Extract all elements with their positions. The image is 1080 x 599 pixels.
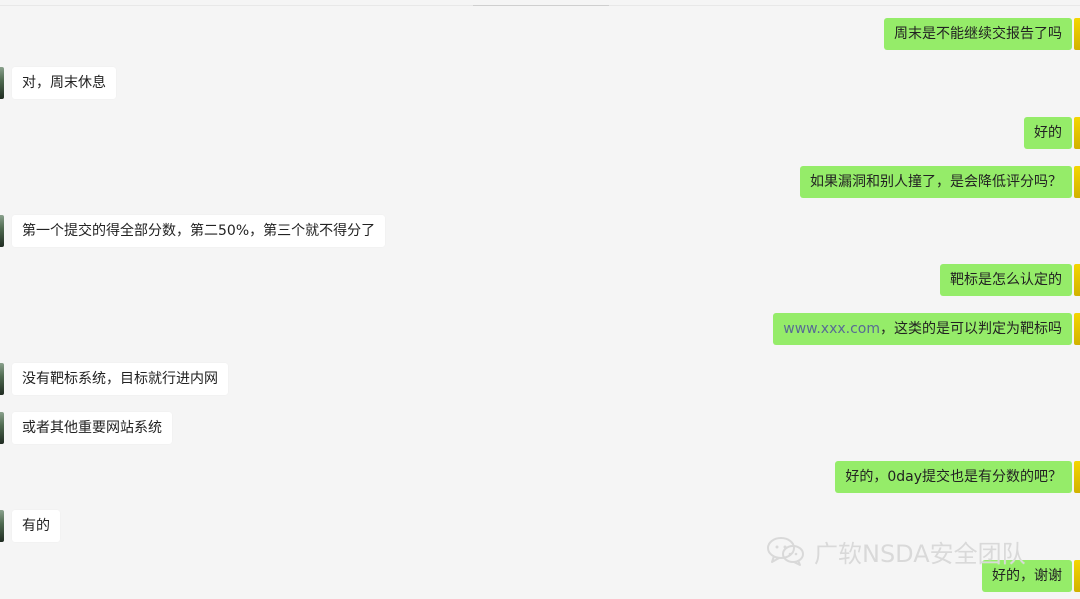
message-row: www.xxx.com，这类的是可以判定为靶标吗 — [0, 313, 1080, 345]
watermark: 广软NSDA安全团队 — [764, 532, 1026, 570]
recipient-avatar[interactable] — [0, 510, 4, 542]
message-bubble[interactable]: 如果漏洞和别人撞了，是会降低评分吗？ — [800, 166, 1072, 198]
recipient-avatar[interactable] — [0, 363, 4, 395]
message-row: 没有靶标系统，目标就行进内网 — [0, 363, 1080, 395]
sender-avatar[interactable] — [1074, 461, 1080, 493]
message-bubble[interactable]: 好的 — [1024, 117, 1072, 149]
message-row: 好的，0day提交也是有分数的吧？ — [0, 461, 1080, 493]
message-bubble[interactable]: 靶标是怎么认定的 — [940, 264, 1072, 296]
message-row: 靶标是怎么认定的 — [0, 264, 1080, 296]
message-text: ，这类的是可以判定为靶标吗 — [880, 321, 1062, 337]
message-bubble[interactable]: 好的，0day提交也是有分数的吧？ — [835, 461, 1072, 493]
sender-avatar[interactable] — [1074, 264, 1080, 296]
scroll-indicator[interactable] — [473, 5, 609, 6]
message-row: 第一个提交的得全部分数，第二50%，第三个就不得分了 — [0, 215, 1080, 247]
message-bubble[interactable]: 周末是不能继续交报告了吗 — [884, 18, 1072, 50]
message-bubble[interactable]: 有的 — [12, 510, 60, 542]
message-row: 周末是不能继续交报告了吗 — [0, 18, 1080, 50]
chat-window: 周末是不能继续交报告了吗 对，周末休息 好的 如果漏洞和别人撞了，是会降低评分吗… — [0, 0, 1080, 599]
watermark-text: 广软NSDA安全团队 — [814, 539, 1026, 568]
message-row: 如果漏洞和别人撞了，是会降低评分吗？ — [0, 166, 1080, 198]
message-row: 好的 — [0, 117, 1080, 149]
message-bubble[interactable]: 没有靶标系统，目标就行进内网 — [12, 363, 228, 395]
sender-avatar[interactable] — [1074, 166, 1080, 198]
recipient-avatar[interactable] — [0, 215, 4, 247]
message-bubble[interactable]: 或者其他重要网站系统 — [12, 412, 172, 444]
recipient-avatar[interactable] — [0, 67, 4, 99]
sender-avatar[interactable] — [1074, 313, 1080, 345]
message-row: 或者其他重要网站系统 — [0, 412, 1080, 444]
wechat-icon — [767, 537, 804, 566]
recipient-avatar[interactable] — [0, 412, 4, 444]
message-bubble[interactable]: 第一个提交的得全部分数，第二50%，第三个就不得分了 — [12, 215, 386, 247]
url-link[interactable]: www.xxx.com — [783, 321, 880, 337]
sender-avatar[interactable] — [1074, 117, 1080, 149]
message-bubble[interactable]: 对，周末休息 — [12, 67, 116, 99]
sender-avatar[interactable] — [1074, 18, 1080, 50]
message-row: 对，周末休息 — [0, 67, 1080, 99]
message-bubble[interactable]: www.xxx.com，这类的是可以判定为靶标吗 — [773, 313, 1072, 345]
sender-avatar[interactable] — [1074, 560, 1080, 592]
